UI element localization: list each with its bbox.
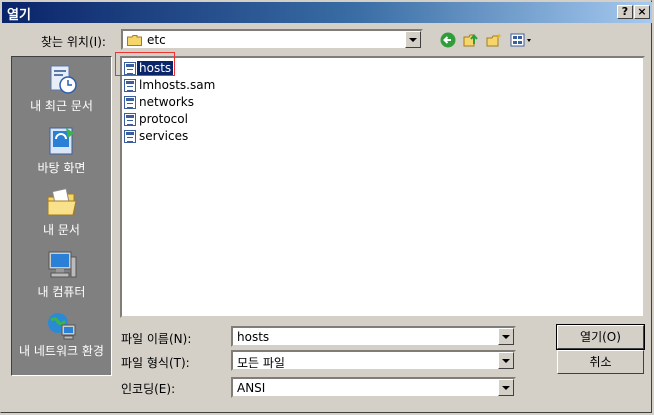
- close-button[interactable]: ×: [634, 5, 650, 19]
- filename-label: 파일 이름(N):: [121, 332, 192, 346]
- network-icon: [46, 311, 78, 343]
- place-label: 내 문서: [43, 223, 80, 237]
- my-computer-icon: [46, 249, 78, 281]
- filetype-value: 모든 파일: [237, 356, 285, 370]
- filetype-dropdown-arrow[interactable]: [498, 352, 514, 369]
- place-network[interactable]: 내 네트워크 환경: [12, 311, 111, 357]
- open-button[interactable]: 열기(O): [556, 324, 645, 350]
- location-dropdown-arrow[interactable]: [405, 31, 421, 48]
- encoding-value: ANSI: [237, 381, 266, 395]
- file-icon: [124, 79, 136, 92]
- place-my-documents[interactable]: 내 문서: [12, 187, 111, 238]
- place-recent-documents[interactable]: 내 최근 문서: [12, 63, 111, 114]
- open-dialog: 열기 ? × 찾는 위치(I): etc 내 최근 문서 바탕 화면 내 문서 …: [0, 0, 652, 413]
- views-menu-icon[interactable]: [510, 32, 534, 48]
- title-bar[interactable]: 열기 ? ×: [2, 2, 652, 23]
- location-value: etc: [147, 33, 166, 47]
- place-label: 내 네트워크 환경: [19, 344, 104, 358]
- my-documents-icon: [46, 187, 78, 219]
- folder-icon: [127, 35, 142, 46]
- encoding-select[interactable]: ANSI: [231, 377, 516, 398]
- file-icon: [124, 62, 136, 75]
- file-icon: [124, 113, 136, 126]
- help-button[interactable]: ?: [617, 5, 633, 19]
- place-desktop[interactable]: 바탕 화면: [12, 125, 111, 176]
- filename-value: hosts: [237, 330, 270, 344]
- filetype-select[interactable]: 모든 파일: [231, 350, 516, 371]
- recent-documents-icon: [46, 63, 78, 95]
- place-my-computer[interactable]: 내 컴퓨터: [12, 249, 111, 300]
- location-label: 찾는 위치(I):: [41, 35, 106, 49]
- desktop-icon: [46, 125, 78, 157]
- encoding-label: 인코딩(E):: [121, 382, 176, 396]
- new-folder-icon[interactable]: [486, 32, 502, 48]
- places-bar: 내 최근 문서 바탕 화면 내 문서 내 컴퓨터 내 네트워크 환경: [11, 56, 112, 376]
- filename-input[interactable]: hosts: [231, 326, 516, 347]
- place-label: 바탕 화면: [37, 161, 86, 175]
- filetype-label: 파일 형식(T):: [121, 356, 190, 370]
- file-icon: [124, 130, 136, 143]
- place-label: 내 최근 문서: [30, 99, 93, 113]
- file-icon: [124, 96, 136, 109]
- place-label: 내 컴퓨터: [37, 285, 86, 299]
- location-combo[interactable]: etc: [121, 29, 423, 50]
- filename-dropdown-arrow[interactable]: [498, 328, 514, 345]
- back-icon[interactable]: [440, 32, 456, 48]
- window-title: 열기: [7, 8, 31, 23]
- cancel-button[interactable]: 취소: [557, 350, 644, 374]
- encoding-dropdown-arrow[interactable]: [498, 379, 514, 396]
- file-list[interactable]: hosts lmhosts.sam networks protocol serv…: [120, 56, 645, 318]
- up-folder-icon[interactable]: [463, 32, 479, 48]
